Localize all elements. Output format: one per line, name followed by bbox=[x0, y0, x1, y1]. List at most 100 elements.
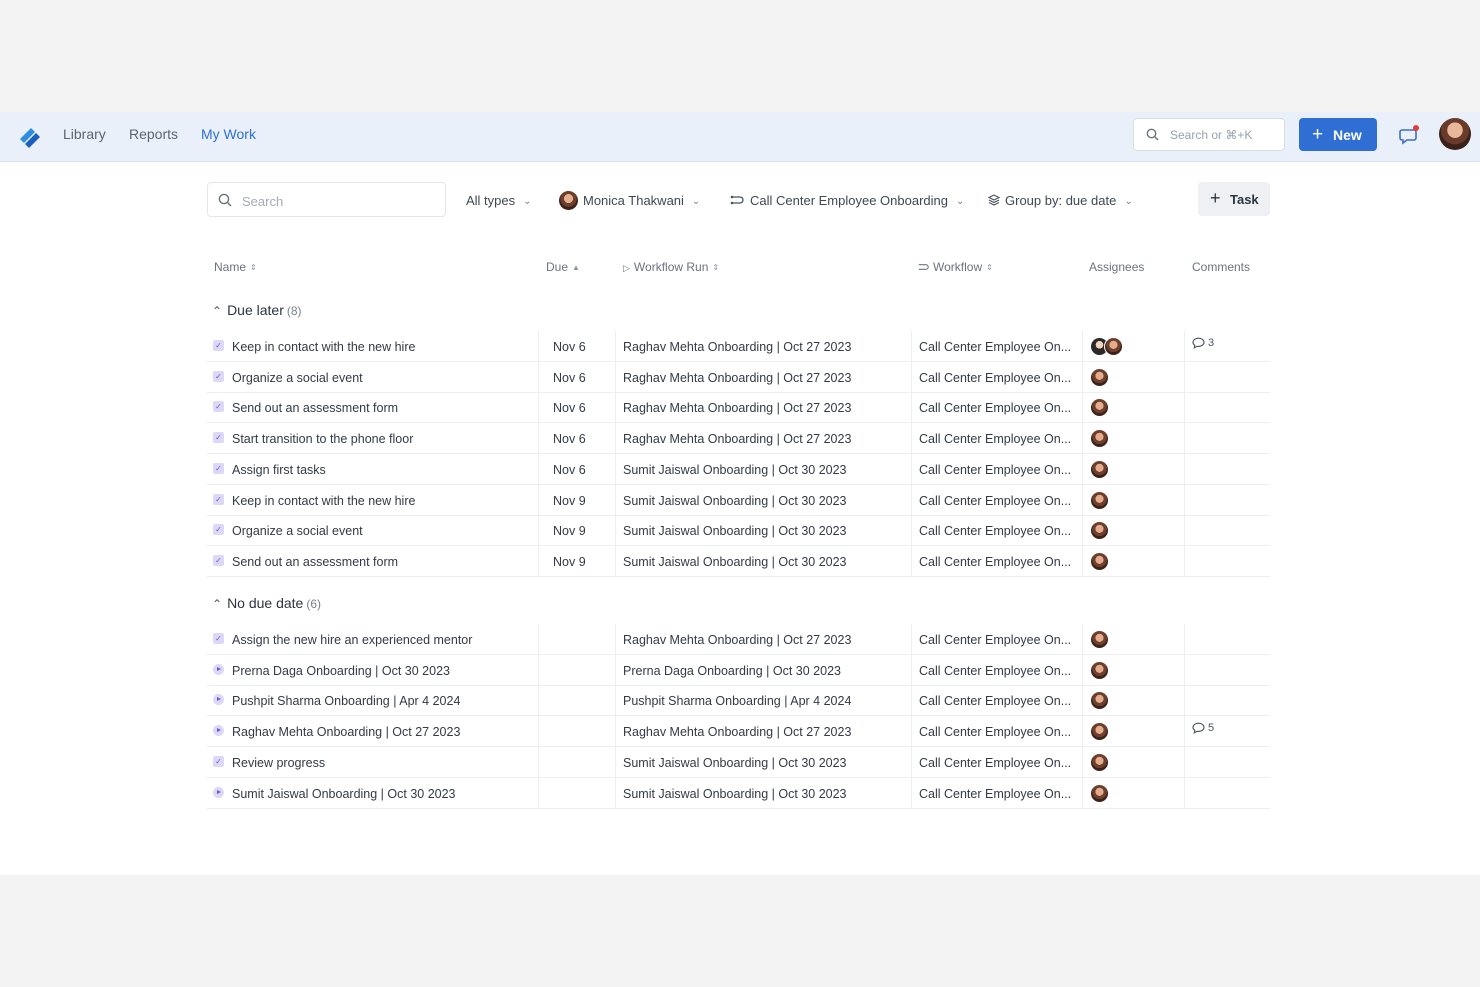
workflow-name[interactable]: Call Center Employee On... bbox=[919, 524, 1071, 538]
assignee-avatar[interactable] bbox=[1090, 630, 1109, 649]
task-check-icon[interactable]: ✓ bbox=[213, 493, 224, 505]
comment-count[interactable]: 3 bbox=[1192, 337, 1214, 349]
task-name[interactable]: Keep in contact with the new hire bbox=[232, 340, 415, 354]
group-header[interactable]: ⌃ Due later (8) bbox=[212, 302, 302, 318]
table-row[interactable]: Sumit Jaiswal Onboarding | Oct 30 2023 Su… bbox=[207, 777, 1270, 809]
workflow-name[interactable]: Call Center Employee On... bbox=[919, 463, 1071, 477]
workflow-name[interactable]: Call Center Employee On... bbox=[919, 664, 1071, 678]
task-name[interactable]: Send out an assessment form bbox=[232, 555, 398, 569]
nav-library[interactable]: Library bbox=[63, 126, 106, 142]
workflow-run-link[interactable]: Sumit Jaiswal Onboarding | Oct 30 2023 bbox=[623, 756, 847, 770]
assignee-avatar[interactable] bbox=[1090, 459, 1109, 479]
task-name[interactable]: Assign first tasks bbox=[232, 463, 326, 477]
workflow-run-link[interactable]: Prerna Daga Onboarding | Oct 30 2023 bbox=[623, 664, 841, 678]
task-search-input[interactable]: Search bbox=[207, 182, 446, 217]
assignee-avatar[interactable] bbox=[1090, 551, 1109, 571]
workflow-name[interactable]: Call Center Employee On... bbox=[919, 371, 1071, 385]
table-row[interactable]: ✓ Assign the new hire an experienced ment… bbox=[207, 624, 1270, 655]
column-header-workflow-run[interactable]: ▷ Workflow Run ⇕ bbox=[623, 260, 719, 274]
task-name[interactable]: Start transition to the phone floor bbox=[232, 432, 413, 446]
notifications-chat-icon[interactable] bbox=[1397, 123, 1421, 147]
workflow-name[interactable]: Call Center Employee On... bbox=[919, 340, 1071, 354]
workflow-run-link[interactable]: Sumit Jaiswal Onboarding | Oct 30 2023 bbox=[623, 494, 847, 508]
workflow-name[interactable]: Call Center Employee On... bbox=[919, 725, 1071, 739]
task-check-icon[interactable]: ✓ bbox=[213, 755, 224, 767]
assignee-avatar[interactable] bbox=[1090, 367, 1109, 387]
workflow-name[interactable]: Call Center Employee On... bbox=[919, 494, 1071, 508]
table-row[interactable]: ✓ Keep in contact with the new hire Nov 6 R… bbox=[207, 331, 1270, 362]
column-header-due[interactable]: Due ▲ bbox=[546, 260, 580, 274]
table-row[interactable]: Prerna Daga Onboarding | Oct 30 2023 Prer… bbox=[207, 654, 1270, 686]
task-name[interactable]: Keep in contact with the new hire bbox=[232, 494, 415, 508]
user-avatar[interactable] bbox=[1439, 118, 1471, 150]
assignee-avatar[interactable] bbox=[1090, 429, 1109, 449]
app-logo-icon[interactable] bbox=[14, 121, 46, 153]
table-row[interactable]: ✓ Start transition to the phone floor Nov … bbox=[207, 423, 1270, 455]
assignee-avatar[interactable] bbox=[1090, 490, 1109, 510]
assignee-filter-dropdown[interactable]: Monica Thakwani ⌄ bbox=[559, 191, 700, 210]
workflow-run-link[interactable]: Sumit Jaiswal Onboarding | Oct 30 2023 bbox=[623, 524, 847, 538]
table-row[interactable]: ✓ Review progress Sumit Jaiswal Onboarding… bbox=[207, 746, 1270, 778]
task-check-icon[interactable]: ✓ bbox=[213, 524, 224, 536]
workflow-run-link[interactable]: Raghav Mehta Onboarding | Oct 27 2023 bbox=[623, 633, 851, 647]
task-name[interactable]: Organize a social event bbox=[232, 371, 363, 385]
workflow-run-link[interactable]: Sumit Jaiswal Onboarding | Oct 30 2023 bbox=[623, 787, 847, 801]
assignee-avatar[interactable] bbox=[1090, 398, 1109, 418]
workflow-name[interactable]: Call Center Employee On... bbox=[919, 633, 1071, 647]
task-name[interactable]: Organize a social event bbox=[232, 524, 363, 538]
group-header[interactable]: ⌃ No due date (6) bbox=[212, 595, 321, 611]
workflow-name[interactable]: Call Center Employee On... bbox=[919, 432, 1071, 446]
task-check-icon[interactable]: ✓ bbox=[213, 401, 224, 413]
assignee-avatar[interactable] bbox=[1090, 752, 1109, 772]
task-check-icon[interactable]: ✓ bbox=[213, 432, 224, 444]
workflow-run-link[interactable]: Raghav Mehta Onboarding | Oct 27 2023 bbox=[623, 401, 851, 415]
workflow-run-link[interactable]: Pushpit Sharma Onboarding | Apr 4 2024 bbox=[623, 694, 851, 708]
column-header-workflow[interactable]: Workflow ⇕ bbox=[918, 260, 993, 274]
task-name[interactable]: Pushpit Sharma Onboarding | Apr 4 2024 bbox=[232, 694, 460, 708]
task-check-icon[interactable]: ✓ bbox=[213, 633, 224, 644]
nav-reports[interactable]: Reports bbox=[129, 126, 178, 142]
add-task-button[interactable]: + Task bbox=[1198, 182, 1270, 216]
new-button[interactable]: + New bbox=[1299, 118, 1377, 151]
task-name[interactable]: Raghav Mehta Onboarding | Oct 27 2023 bbox=[232, 725, 460, 739]
table-row[interactable]: ✓ Send out an assessment form Nov 6 Raghav … bbox=[207, 392, 1270, 424]
task-check-icon[interactable]: ✓ bbox=[213, 462, 224, 474]
assignee-avatar[interactable] bbox=[1090, 783, 1109, 803]
workflow-run-link[interactable]: Sumit Jaiswal Onboarding | Oct 30 2023 bbox=[623, 463, 847, 477]
workflow-name[interactable]: Call Center Employee On... bbox=[919, 694, 1071, 708]
workflow-name[interactable]: Call Center Employee On... bbox=[919, 756, 1071, 770]
task-name[interactable]: Review progress bbox=[232, 756, 325, 770]
table-row[interactable]: ✓ Keep in contact with the new hire Nov 9 S… bbox=[207, 484, 1270, 516]
task-name[interactable]: Prerna Daga Onboarding | Oct 30 2023 bbox=[232, 664, 450, 678]
table-row[interactable]: Pushpit Sharma Onboarding | Apr 4 2024 Pu… bbox=[207, 685, 1270, 717]
task-name[interactable]: Send out an assessment form bbox=[232, 401, 398, 415]
table-row[interactable]: ✓ Organize a social event Nov 9 Sumit Jaisw… bbox=[207, 515, 1270, 547]
table-row[interactable]: Raghav Mehta Onboarding | Oct 27 2023 Rag… bbox=[207, 716, 1270, 748]
workflow-run-link[interactable]: Raghav Mehta Onboarding | Oct 27 2023 bbox=[623, 371, 851, 385]
workflow-run-link[interactable]: Raghav Mehta Onboarding | Oct 27 2023 bbox=[623, 725, 851, 739]
task-name[interactable]: Assign the new hire an experienced mento… bbox=[232, 633, 472, 647]
table-row[interactable]: ✓ Organize a social event Nov 6 Raghav Meht… bbox=[207, 361, 1270, 393]
assignee-avatar[interactable] bbox=[1104, 337, 1123, 356]
task-name[interactable]: Sumit Jaiswal Onboarding | Oct 30 2023 bbox=[232, 787, 456, 801]
workflow-run-link[interactable]: Raghav Mehta Onboarding | Oct 27 2023 bbox=[623, 340, 851, 354]
table-row[interactable]: ✓ Assign first tasks Nov 6 Sumit Jaiswal On… bbox=[207, 453, 1270, 485]
column-header-name[interactable]: Name ⇕ bbox=[214, 260, 257, 274]
assignee-avatar[interactable] bbox=[1090, 691, 1109, 711]
workflow-name[interactable]: Call Center Employee On... bbox=[919, 787, 1071, 801]
workflow-filter-dropdown[interactable]: Call Center Employee Onboarding ⌄ bbox=[730, 193, 964, 208]
task-check-icon[interactable]: ✓ bbox=[213, 370, 224, 382]
assignee-avatar[interactable] bbox=[1090, 722, 1109, 742]
task-check-icon[interactable]: ✓ bbox=[213, 340, 224, 351]
workflow-run-link[interactable]: Raghav Mehta Onboarding | Oct 27 2023 bbox=[623, 432, 851, 446]
workflow-name[interactable]: Call Center Employee On... bbox=[919, 401, 1071, 415]
global-search-input[interactable]: Search or ⌘+K bbox=[1133, 118, 1285, 151]
task-check-icon[interactable]: ✓ bbox=[213, 554, 224, 566]
workflow-run-link[interactable]: Sumit Jaiswal Onboarding | Oct 30 2023 bbox=[623, 555, 847, 569]
nav-my-work[interactable]: My Work bbox=[201, 126, 256, 142]
assignee-avatar[interactable] bbox=[1090, 521, 1109, 541]
type-filter-dropdown[interactable]: All types ⌄ bbox=[466, 193, 532, 208]
assignee-avatar[interactable] bbox=[1090, 660, 1109, 680]
group-by-dropdown[interactable]: Group by: due date ⌄ bbox=[987, 193, 1133, 208]
comment-count[interactable]: 5 bbox=[1192, 722, 1214, 734]
